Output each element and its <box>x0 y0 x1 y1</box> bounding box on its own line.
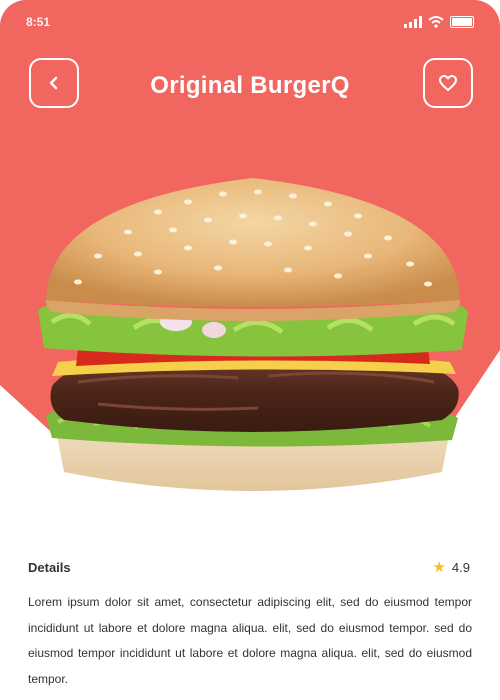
details-label: Details <box>28 560 71 575</box>
rating-value: 4.9 <box>451 560 470 575</box>
header: Original BurgerQ <box>0 58 500 114</box>
back-button[interactable] <box>29 58 79 108</box>
star-icon: ★ <box>432 559 446 576</box>
heart-icon <box>439 75 457 91</box>
burger-image <box>38 178 468 491</box>
status-bar: 8:51 <box>0 0 500 44</box>
product-screen: 8:51 Original BurgerQ Details ★ 4.9 Lore… <box>0 0 500 700</box>
rating: ★ 4.9 <box>432 560 470 575</box>
battery-icon <box>450 16 474 28</box>
status-icons <box>404 16 474 28</box>
wifi-icon <box>428 16 444 28</box>
details-header: Details ★ 4.9 <box>28 560 470 575</box>
chevron-left-icon <box>49 76 58 90</box>
description-text: Lorem ipsum dolor sit amet, consectetur … <box>28 595 472 686</box>
signal-icon <box>404 16 422 28</box>
status-time: 8:51 <box>26 15 51 29</box>
favorite-button[interactable] <box>423 58 473 108</box>
page-title: Original BurgerQ <box>150 72 350 99</box>
